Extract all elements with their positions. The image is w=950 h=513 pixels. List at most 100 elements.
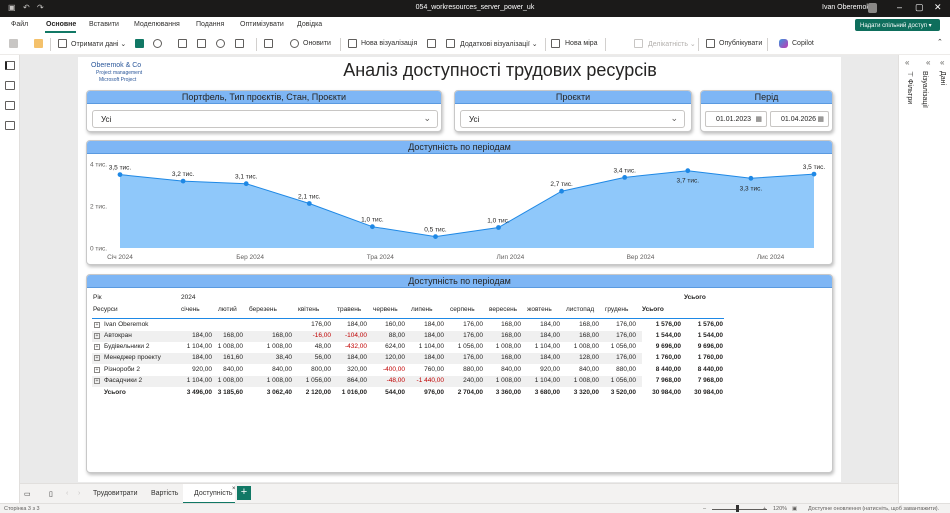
sql-icon[interactable] [178,39,187,48]
menu-file[interactable]: Файл [11,21,28,28]
zoom-slider-thumb[interactable] [736,505,739,512]
minimize-icon[interactable]: – [897,2,902,12]
mobile-layout-icon[interactable]: ▯ [49,490,53,498]
more-visuals-button[interactable]: Додаткові візуалізації ⌄ [460,40,538,48]
recent-sources-icon[interactable] [235,39,244,48]
copilot-button[interactable]: Copilot [792,40,814,47]
expand-row-icon[interactable]: + [94,333,100,339]
zoom-out-icon[interactable]: – [703,506,706,512]
x-tick-label: Лис 2024 [757,254,785,261]
matrix-cell: 168,00 [223,332,243,339]
expand-row-icon[interactable]: + [94,322,100,328]
enter-data-icon[interactable] [197,39,206,48]
matrix-row-grand-total: 1 760,00 [697,354,723,361]
datahub-icon[interactable] [216,39,225,48]
ribbon-separator [50,38,51,51]
matrix-cell: 184,00 [192,354,212,361]
slicer-portfolio-dropdown[interactable]: Усі ⌄ [92,110,438,128]
format-painter-icon[interactable] [34,39,43,48]
matrix-cell: 1 008,00 [217,343,243,350]
matrix-cell: 1 008,00 [573,343,599,350]
matrix-cell: 1 008,00 [266,343,292,350]
collapse-visualizations-icon[interactable]: « [926,58,930,67]
new-measure-button[interactable]: Нова міра [565,40,598,47]
matrix-total-year: 30 984,00 [652,389,681,396]
menu-insert[interactable]: Вставити [89,21,119,28]
matrix-total-cell: 2 704,00 [457,389,483,396]
dax-query-icon[interactable] [5,121,15,130]
table-view-icon[interactable] [5,81,15,90]
share-button[interactable]: Надати спільний доступ ▾ [855,19,940,31]
get-data-button[interactable]: Отримати дані ⌄ [71,40,126,48]
slicer-portfolio-header: Портфель, Тип проєктів, Стан, Проєкти [87,91,441,104]
matrix-row-grand-total: 1 576,00 [697,321,723,328]
filters-pane-tab[interactable]: ⊤ Фільтри [905,71,913,104]
page-title: Аналіз доступності трудових ресурсів [343,60,657,80]
dataverse-icon[interactable] [153,39,162,48]
menu-bar: Файл Основне Вставити Моделювання Поданн… [0,17,950,33]
data-label: 3,3 тис. [740,185,763,192]
expand-row-icon[interactable]: + [94,344,100,350]
menu-modeling[interactable]: Моделювання [134,21,180,28]
data-point [117,172,123,177]
menu-home[interactable]: Основне [46,21,76,28]
matrix-month-header: травень [337,306,362,313]
refresh-button[interactable]: Оновити [303,40,331,47]
matrix-total-grand: 30 984,00 [694,389,723,396]
avatar[interactable] [868,3,877,13]
matrix-cell: 1 056,00 [457,343,483,350]
data-point [748,175,754,181]
transform-icon[interactable] [264,39,273,48]
matrix-row-label: Фасадчики 2 [104,377,143,384]
data-pane-tab[interactable]: Дані [939,71,946,85]
close-icon[interactable]: ✕ [934,2,942,13]
fit-page-icon[interactable]: ▣ [792,506,797,512]
new-visual-button[interactable]: Нова візуалізація [361,40,417,47]
collapse-data-icon[interactable]: « [940,58,944,67]
calendar-icon[interactable]: ▦ [755,115,762,123]
tab-availability[interactable]: Доступність [194,490,233,497]
report-view-icon[interactable] [5,61,15,70]
tab-cost[interactable]: Вартість [151,490,178,497]
matrix-total-cell: 1 016,00 [341,389,367,396]
menu-optimize[interactable]: Оптимізувати [240,21,284,28]
matrix-total-cell: 3 320,00 [573,389,599,396]
chevron-right-icon[interactable]: › [78,490,80,497]
matrix-cell: -48,00 [386,377,405,384]
share-label: Надати спільний доступ [860,23,927,29]
update-notice[interactable]: Доступне оновлення (натисніть, щоб заван… [808,506,939,512]
date-from-input[interactable]: 01.01.2023 ▦ [705,111,767,127]
expand-row-icon[interactable]: + [94,355,100,361]
availability-area-chart[interactable]: 3,5 тис. 3,2 тис. 3,1 тис. 2,1 тис. 1,0 тис.… [86,154,831,264]
add-page-button[interactable]: + [237,486,251,500]
zoom-in-icon[interactable]: + [763,506,766,512]
matrix-row-label: Менеджер проекту [104,354,161,361]
menu-view[interactable]: Подання [196,21,224,28]
collapse-ribbon-icon[interactable]: ⌃ [937,38,943,46]
tab-labor[interactable]: Трудовитрати [93,490,138,497]
matrix-row-grand-total: 9 696,00 [697,343,723,350]
model-view-icon[interactable] [5,101,15,110]
new-visual-icon [348,39,357,48]
chevron-left-icon[interactable]: ‹ [66,490,68,497]
slicer-projects-dropdown[interactable]: Усі ⌄ [460,110,685,128]
textbox-icon[interactable] [427,39,436,48]
desktop-layout-icon[interactable]: ▭ [24,490,31,498]
more-visuals-icon [446,39,455,48]
data-point [370,224,375,230]
collapse-filters-icon[interactable]: « [905,58,909,67]
visualizations-pane-tab[interactable]: Візуалізації [921,71,928,108]
date-to-input[interactable]: 01.04.2026 ▦ [770,111,829,127]
calendar-icon[interactable]: ▦ [817,115,824,123]
matrix-cell: 840,00 [579,366,599,373]
excel-icon[interactable] [135,39,144,48]
zoom-slider[interactable] [712,509,767,510]
expand-row-icon[interactable]: + [94,378,100,384]
maximize-icon[interactable]: ▢ [915,2,924,13]
close-tab-icon[interactable]: × [232,486,236,492]
publish-button[interactable]: Опублікувати [719,40,762,47]
paste-icon[interactable] [9,39,18,48]
matrix-row-total: 1 576,00 [655,321,681,328]
expand-row-icon[interactable]: + [94,367,100,373]
menu-help[interactable]: Довідка [297,21,322,28]
